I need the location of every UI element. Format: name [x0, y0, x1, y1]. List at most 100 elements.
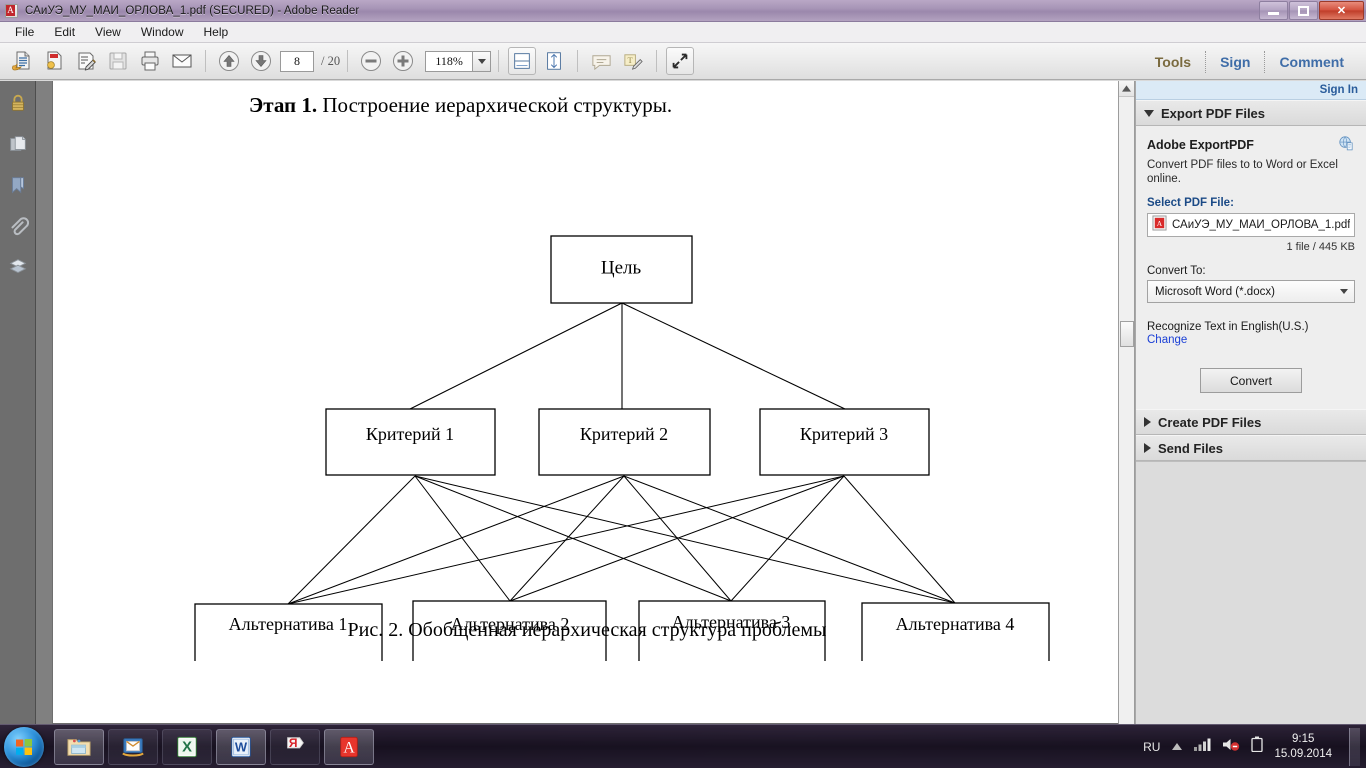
diagram-node-goal: Цель [550, 235, 693, 304]
menu-window[interactable]: Window [132, 23, 193, 41]
taskbar-word[interactable]: W [216, 728, 266, 765]
page-thumbnails-icon[interactable] [6, 132, 30, 156]
save-icon[interactable] [104, 47, 132, 75]
menu-help[interactable]: Help [195, 23, 238, 41]
taskbar-excel[interactable]: X [162, 728, 212, 765]
convert-to-select[interactable]: Microsoft Word (*.docx) [1147, 280, 1355, 303]
adobe-reader-window: A САиУЭ_МУ_МАИ_ОРЛОВА_1.pdf (SECURED) - … [0, 0, 1366, 724]
start-button[interactable] [4, 726, 44, 767]
chevron-down-icon [477, 58, 486, 64]
zoom-in-icon[interactable] [389, 47, 417, 75]
taskbar-adobe-reader[interactable]: A [324, 728, 374, 765]
previous-page-icon[interactable] [215, 47, 243, 75]
system-tray: RU 9:15 15.09.2014 [1143, 725, 1366, 768]
svg-text:T: T [627, 54, 633, 64]
screen: A САиУЭ_МУ_МАИ_ОРЛОВА_1.pdf (SECURED) - … [0, 0, 1366, 768]
taskbar-yandex[interactable]: Я [270, 728, 320, 765]
taskbar-mail[interactable] [108, 728, 158, 765]
attachments-paperclip-icon[interactable] [6, 214, 30, 238]
convert-button-row: Convert [1147, 368, 1355, 393]
chevron-right-icon [1144, 417, 1151, 427]
main-toolbar: 8 / 20 118% T Tools Sign Comment [0, 43, 1366, 80]
goal-label: Цель [601, 257, 642, 278]
security-lock-icon[interactable] [6, 91, 30, 115]
navigation-rail [0, 81, 36, 724]
page-number-input[interactable]: 8 [280, 50, 314, 72]
document-viewport[interactable]: Этап 1. Построение иерархической структу… [36, 81, 1118, 724]
toolbar-separator-3 [498, 50, 500, 72]
criterion-3-label: Критерий 3 [800, 424, 888, 444]
pdf-page: Этап 1. Построение иерархической структу… [52, 81, 1118, 724]
zoom-dropdown-button[interactable] [473, 50, 492, 72]
next-page-icon[interactable] [247, 47, 275, 75]
show-desktop-button[interactable] [1349, 727, 1360, 766]
text-comment-icon[interactable]: T [619, 47, 647, 75]
tools-panel: Sign In Export PDF Files Adobe ExportPDF [1135, 81, 1366, 724]
heading-text: Построение иерархической структуры. [317, 93, 673, 117]
panel-section-send-files[interactable]: Send Files [1136, 435, 1366, 461]
create-pdf-icon[interactable] [40, 47, 68, 75]
application-body: Этап 1. Построение иерархической структу… [0, 81, 1366, 724]
clock-date: 15.09.2014 [1274, 747, 1332, 760]
goal-to-criteria-links [409, 302, 846, 410]
chevron-down-icon [1340, 289, 1348, 294]
toolbar-separator-5 [656, 50, 658, 72]
toolbar-separator-4 [577, 50, 579, 72]
open-file-icon[interactable] [8, 47, 36, 75]
page-count-label: / 20 [321, 53, 341, 68]
svg-text:Я: Я [289, 736, 298, 750]
panel-section-create-pdf-files[interactable]: Create PDF Files [1136, 409, 1366, 435]
change-language-link[interactable]: Change [1147, 334, 1355, 346]
menu-bar: File Edit View Window Help [0, 22, 1366, 43]
zoom-out-icon[interactable] [357, 47, 385, 75]
convert-button[interactable]: Convert [1200, 368, 1302, 393]
convert-to-value: Microsoft Word (*.docx) [1155, 285, 1275, 298]
scrollbar-thumb[interactable] [1120, 321, 1134, 347]
export-description: Convert PDF files to to Word or Excel on… [1147, 159, 1338, 185]
layers-icon[interactable] [6, 255, 30, 279]
fit-page-icon[interactable] [540, 47, 568, 75]
language-indicator[interactable]: RU [1143, 740, 1160, 754]
print-icon[interactable] [136, 47, 164, 75]
figure-caption: Рис. 2. Обобщенная иерархическая структу… [347, 619, 827, 641]
sign-button[interactable]: Sign [1206, 54, 1264, 70]
convert-to-label: Convert To: [1147, 265, 1206, 277]
tools-button[interactable]: Tools [1141, 54, 1205, 70]
sign-in-link[interactable]: Sign In [1320, 84, 1358, 96]
title-bar: A САиУЭ_МУ_МАИ_ОРЛОВА_1.pdf (SECURED) - … [0, 0, 1366, 22]
bookmarks-icon[interactable] [6, 173, 30, 197]
menu-edit[interactable]: Edit [45, 23, 84, 41]
page-heading: Этап 1. Построение иерархической структу… [249, 93, 672, 118]
email-icon[interactable] [168, 47, 196, 75]
close-button[interactable]: ✕ [1319, 1, 1364, 20]
battery-icon[interactable] [1251, 736, 1264, 757]
document-vertical-scrollbar[interactable] [1118, 81, 1135, 724]
taskbar-explorer[interactable] [54, 728, 104, 765]
sticky-note-comment-icon[interactable] [587, 47, 615, 75]
read-mode-fullscreen-icon[interactable] [666, 47, 695, 75]
comment-button[interactable]: Comment [1265, 54, 1358, 70]
criterion-1-label: Критерий 1 [366, 424, 454, 444]
sign-document-icon[interactable] [72, 47, 100, 75]
menu-view[interactable]: View [86, 23, 130, 41]
scroll-up-arrow-icon[interactable] [1119, 81, 1134, 97]
zoom-level-input[interactable]: 118% [425, 50, 474, 72]
network-signal-icon[interactable] [1194, 737, 1211, 756]
volume-muted-icon[interactable] [1222, 737, 1240, 757]
heading-stage-label: Этап 1. [249, 93, 318, 117]
windows-taskbar: X W Я A RU 9:15 15.09.2014 [0, 724, 1366, 768]
restore-button[interactable] [1289, 1, 1318, 20]
selected-file-box[interactable]: A САиУЭ_МУ_МАИ_ОРЛОВА_1.pdf [1147, 213, 1355, 237]
chevron-down-icon [1144, 109, 1154, 117]
menu-file[interactable]: File [6, 23, 43, 41]
show-hidden-icons-icon[interactable] [1171, 738, 1183, 756]
clock-time: 9:15 [1292, 732, 1315, 745]
fit-width-icon[interactable] [508, 47, 537, 75]
clock[interactable]: 9:15 15.09.2014 [1274, 732, 1338, 762]
export-product-title: Adobe ExportPDF [1147, 135, 1355, 155]
recognize-text-label: Recognize Text in English(U.S.) [1147, 321, 1309, 333]
minimize-button[interactable] [1259, 1, 1288, 20]
panel-section-export-pdf-files[interactable]: Export PDF Files [1136, 100, 1366, 126]
diagram-node-criterion-3: Критерий 3 [759, 408, 930, 476]
taskbar-items: X W Я A [54, 728, 374, 765]
